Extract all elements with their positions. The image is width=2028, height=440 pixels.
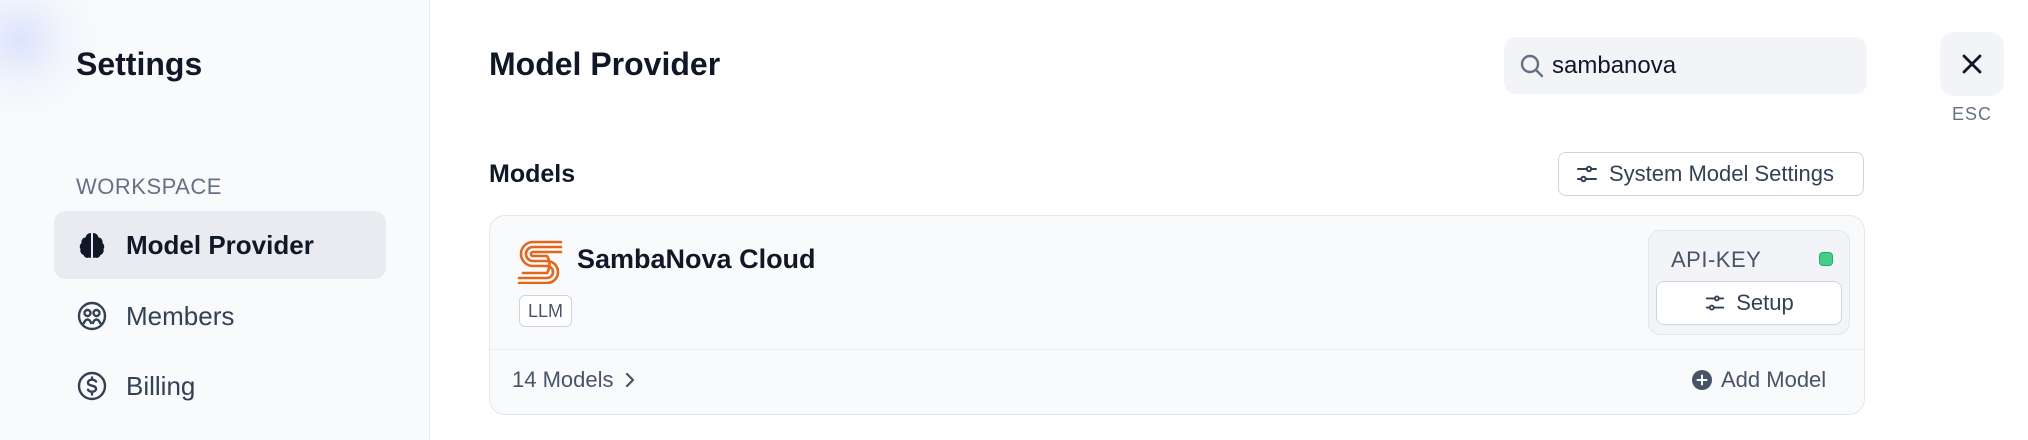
sidebar-item-members[interactable]: Members <box>54 282 386 350</box>
sidebar-item-billing[interactable]: Billing <box>54 352 386 420</box>
brain-icon <box>76 229 108 261</box>
members-icon <box>76 300 108 332</box>
close-icon <box>1962 54 1982 74</box>
system-model-settings-label: System Model Settings <box>1609 161 1834 186</box>
billing-icon <box>76 370 108 402</box>
provider-card-header: SambaNova Cloud LLM API-KEY Setup <box>490 216 1864 349</box>
sidebar-title: Settings <box>76 46 203 82</box>
models-list-toggle[interactable]: 14 Models <box>512 367 640 393</box>
search-icon <box>1518 52 1546 80</box>
models-section-title: Models <box>489 160 576 188</box>
card-divider <box>490 349 1864 350</box>
sidebar-item-label: Billing <box>126 370 196 401</box>
models-count-label: 14 Models <box>512 367 614 392</box>
search-box[interactable] <box>1504 37 1867 94</box>
credential-panel: API-KEY Setup <box>1648 230 1850 335</box>
workspace-section-label: WORKSPACE <box>76 174 222 199</box>
add-model-label: Add Model <box>1721 367 1827 392</box>
sidebar-item-label: Members <box>126 300 235 331</box>
system-model-settings-button[interactable]: System Model Settings <box>1558 152 1864 196</box>
api-key-label: API-KEY <box>1671 247 1762 272</box>
esc-label: ESC <box>1952 104 1993 124</box>
setup-label: Setup <box>1736 290 1794 315</box>
setup-button[interactable]: Setup <box>1656 281 1842 325</box>
page-title: Model Provider <box>489 46 721 82</box>
sidebar-item-label: Model Provider <box>126 229 314 260</box>
add-model-button[interactable]: Add Model <box>1691 367 1826 393</box>
settings-sliders-icon <box>1704 292 1726 314</box>
chevron-right-icon <box>620 370 640 390</box>
settings-sidebar: Settings WORKSPACE Model Provider Member… <box>0 0 430 440</box>
sambanova-logo-icon <box>517 238 563 285</box>
settings-sliders-icon <box>1575 162 1599 186</box>
add-circle-icon <box>1691 369 1713 391</box>
provider-card: SambaNova Cloud LLM API-KEY Setup 14 Mod… <box>489 215 1865 415</box>
sidebar-item-model-provider[interactable]: Model Provider <box>54 211 386 279</box>
search-input[interactable] <box>1552 51 1852 80</box>
model-type-badge: LLM <box>519 295 573 327</box>
status-indicator <box>1819 252 1833 266</box>
provider-name: SambaNova Cloud <box>577 244 816 274</box>
close-button[interactable] <box>1940 32 2004 96</box>
